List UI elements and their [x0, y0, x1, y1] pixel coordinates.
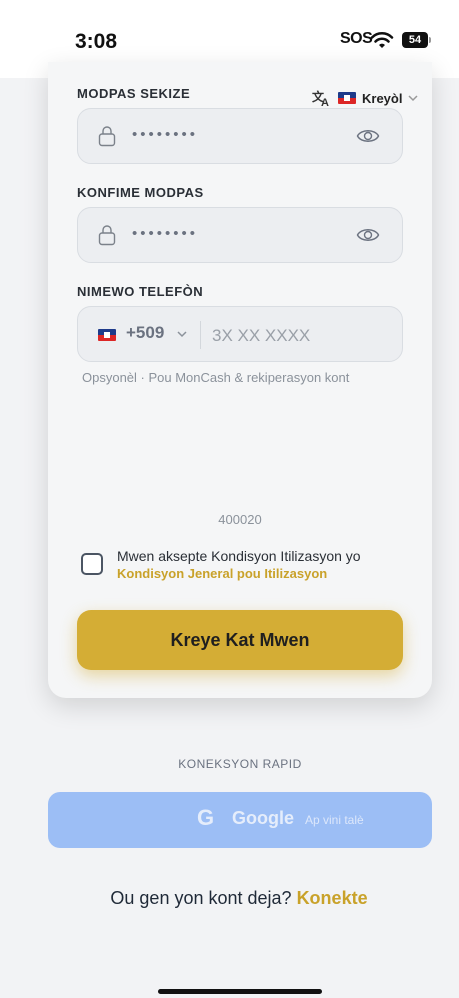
create-card-button[interactable]: Kreye Kat Mwen	[77, 610, 403, 670]
google-login-button[interactable]: G Google Ap vini talè	[48, 792, 432, 848]
field-divider	[200, 321, 201, 349]
terms-link[interactable]: Kondisyon Jeneral pou Itilizasyon	[117, 566, 327, 581]
code-number: 400020	[218, 512, 262, 527]
country-code-select[interactable]: +509	[126, 323, 164, 343]
google-label: Google	[232, 808, 294, 828]
password-field[interactable]: ••••••••	[77, 108, 403, 164]
lock-icon	[98, 126, 116, 147]
battery-tip	[429, 37, 431, 43]
confirm-password-field[interactable]: ••••••••	[77, 207, 403, 263]
translate-icon: 文 A	[312, 89, 329, 107]
lock-icon	[98, 225, 116, 246]
haiti-flag-icon	[98, 329, 116, 341]
signin-prompt: Ou gen yon kont deja? Konekte	[0, 888, 459, 909]
phone-hint: Opsyonèl · Pou MonCash & rekiperasyon ko…	[82, 370, 350, 385]
signin-text: Ou gen yon kont deja?	[110, 888, 292, 908]
sos-indicator: SOS	[340, 30, 373, 47]
language-label: Kreyòl	[362, 90, 403, 106]
phone-label: NIMEWO TELEFÒN	[77, 284, 204, 299]
phone-input[interactable]	[210, 321, 394, 351]
chevron-down-icon	[408, 95, 418, 102]
language-switcher[interactable]: 文 A Kreyòl	[312, 87, 418, 109]
password-value: ••••••••	[132, 126, 199, 143]
home-indicator	[158, 989, 322, 994]
haiti-flag-icon	[338, 92, 356, 104]
chevron-down-icon[interactable]	[177, 330, 187, 338]
svg-text:A: A	[321, 97, 329, 107]
wifi-icon	[370, 32, 394, 48]
eye-icon[interactable]	[356, 127, 380, 145]
terms-text: Mwen aksepte Kondisyon Itilizasyon yo	[117, 548, 361, 564]
confirm-password-label: KONFIME MODPAS	[77, 185, 204, 200]
terms-checkbox[interactable]	[81, 553, 103, 575]
quick-login-label: KONEKSYON RAPID	[178, 757, 302, 771]
battery-indicator: 54	[402, 32, 428, 48]
google-coming-soon: Ap vini talè	[305, 813, 364, 827]
google-icon: G	[197, 805, 215, 830]
confirm-password-value: ••••••••	[132, 225, 199, 242]
phone-field[interactable]: +509	[77, 306, 403, 362]
signin-link[interactable]: Konekte	[297, 888, 368, 908]
password-label: MODPAS SEKIZE	[77, 86, 191, 101]
status-time: 3:08	[75, 30, 118, 53]
eye-icon[interactable]	[356, 226, 380, 244]
